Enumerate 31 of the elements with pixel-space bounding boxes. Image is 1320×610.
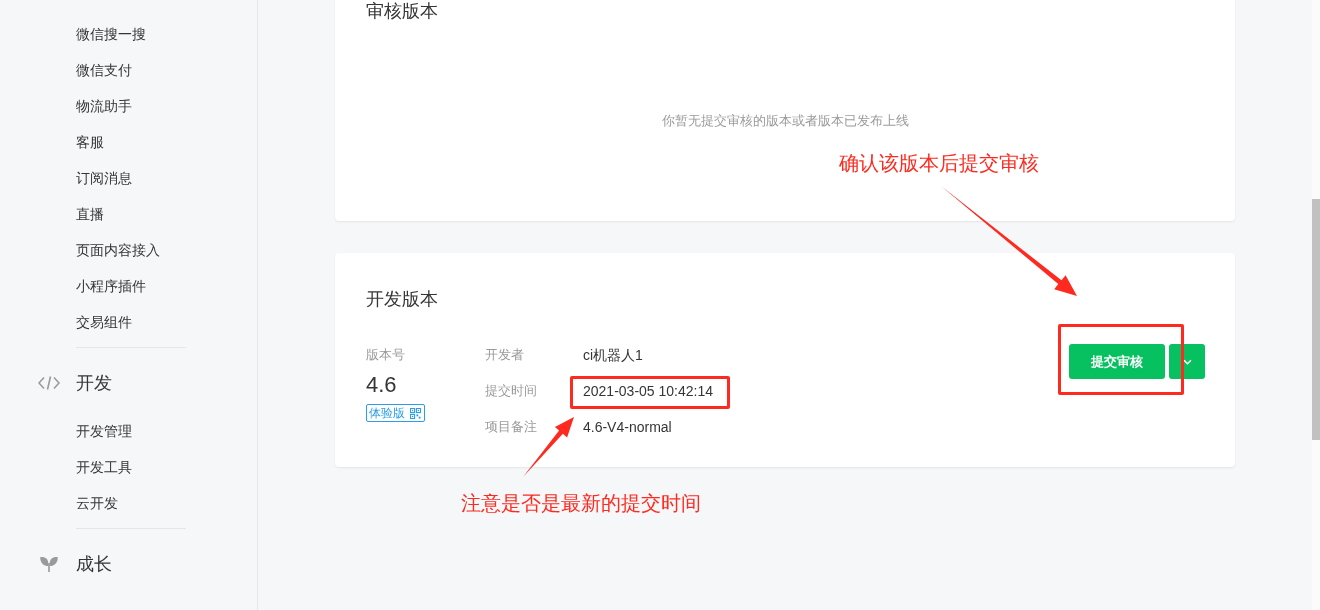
- sidebar-item[interactable]: 云开发: [76, 493, 118, 513]
- sidebar-item[interactable]: 微信搜一搜: [76, 24, 146, 44]
- sidebar-item[interactable]: 小程序插件: [76, 276, 146, 296]
- code-icon: [38, 376, 60, 390]
- field-value: 2021-03-05 10:42:14: [583, 382, 713, 401]
- field-label: 项目备注: [485, 418, 537, 436]
- sidebar-group-title: 开发: [76, 372, 112, 395]
- sidebar-item[interactable]: 客服: [76, 132, 104, 152]
- card-title: 审核版本: [366, 0, 438, 23]
- field-value: 4.6-V4-normal: [583, 418, 672, 437]
- caret-down-icon: [1182, 358, 1192, 365]
- version-label: 版本号: [366, 346, 405, 364]
- sidebar-item[interactable]: 物流助手: [76, 96, 132, 116]
- sidebar-item[interactable]: 订阅消息: [76, 168, 132, 188]
- version-number: 4.6: [366, 371, 397, 399]
- empty-state-text: 你暂无提交审核的版本或者版本已发布上线: [662, 112, 909, 130]
- sidebar-item[interactable]: 交易组件: [76, 312, 132, 332]
- qr-code-icon: [410, 407, 421, 419]
- sidebar-item[interactable]: 开发工具: [76, 457, 132, 477]
- annotation-text: 确认该版本后提交审核: [839, 151, 1039, 176]
- field-label: 提交时间: [485, 382, 537, 400]
- field-value: ci机器人1: [583, 346, 643, 365]
- sprout-icon: [40, 556, 58, 572]
- sidebar-item[interactable]: 开发管理: [76, 421, 132, 441]
- sidebar-item[interactable]: 微信支付: [76, 60, 132, 80]
- card-title: 开发版本: [366, 288, 438, 311]
- sidebar-item[interactable]: 页面内容接入: [76, 240, 160, 260]
- sidebar-item[interactable]: 直播: [76, 204, 104, 224]
- field-label: 开发者: [485, 346, 524, 364]
- annotation-text: 注意是否是最新的提交时间: [461, 491, 701, 516]
- sidebar-group-title: 成长: [76, 553, 112, 576]
